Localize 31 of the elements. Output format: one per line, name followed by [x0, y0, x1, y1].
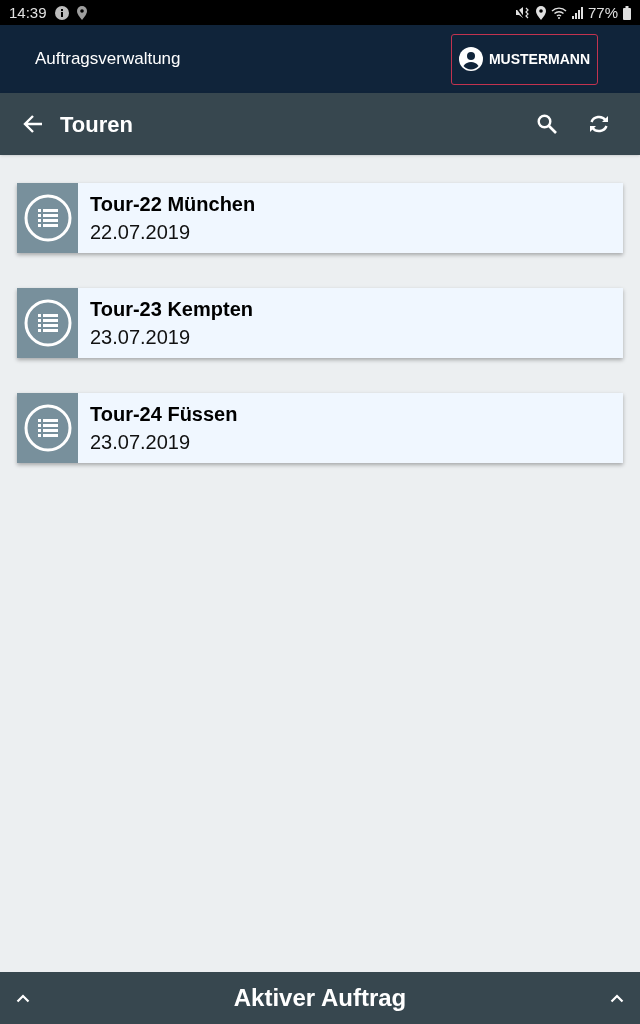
list-icon [17, 288, 78, 358]
app-title: Auftragsverwaltung [35, 48, 181, 71]
toolbar-title: Touren [60, 110, 134, 139]
tour-card[interactable]: Tour-22 München 22.07.2019 [17, 183, 623, 253]
info-icon [54, 5, 69, 20]
back-button[interactable] [22, 113, 44, 135]
tour-date: 23.07.2019 [90, 325, 192, 349]
tour-title: Tour-23 Kempten [90, 297, 253, 321]
tour-card[interactable]: Tour-23 Kempten 23.07.2019 [17, 288, 623, 358]
location-icon [535, 5, 546, 20]
location-icon [76, 5, 87, 20]
mute-vibrate-icon [514, 6, 531, 19]
tour-title: Tour-22 München [90, 192, 256, 216]
refresh-button[interactable] [588, 113, 610, 135]
tour-date: 23.07.2019 [90, 430, 192, 454]
battery-percent: 77% [587, 5, 618, 20]
list-icon [17, 393, 78, 463]
tour-card[interactable]: Tour-24 Füssen 23.07.2019 [17, 393, 623, 463]
account-icon [458, 47, 483, 71]
tour-title: Tour-24 Füssen [90, 402, 238, 426]
tour-date: 22.07.2019 [90, 220, 192, 244]
user-button[interactable]: MUSTERMANN [450, 33, 598, 85]
search-button[interactable] [536, 113, 558, 135]
expand-button[interactable] [609, 992, 625, 1004]
bottom-bar-title[interactable]: Aktiver Auftrag [233, 980, 407, 1016]
battery-icon [623, 5, 631, 20]
status-time: 14:39 [9, 5, 47, 20]
signal-icon [571, 6, 583, 19]
expand-button[interactable] [15, 992, 31, 1004]
wifi-icon [550, 6, 567, 19]
list-icon [17, 183, 78, 253]
